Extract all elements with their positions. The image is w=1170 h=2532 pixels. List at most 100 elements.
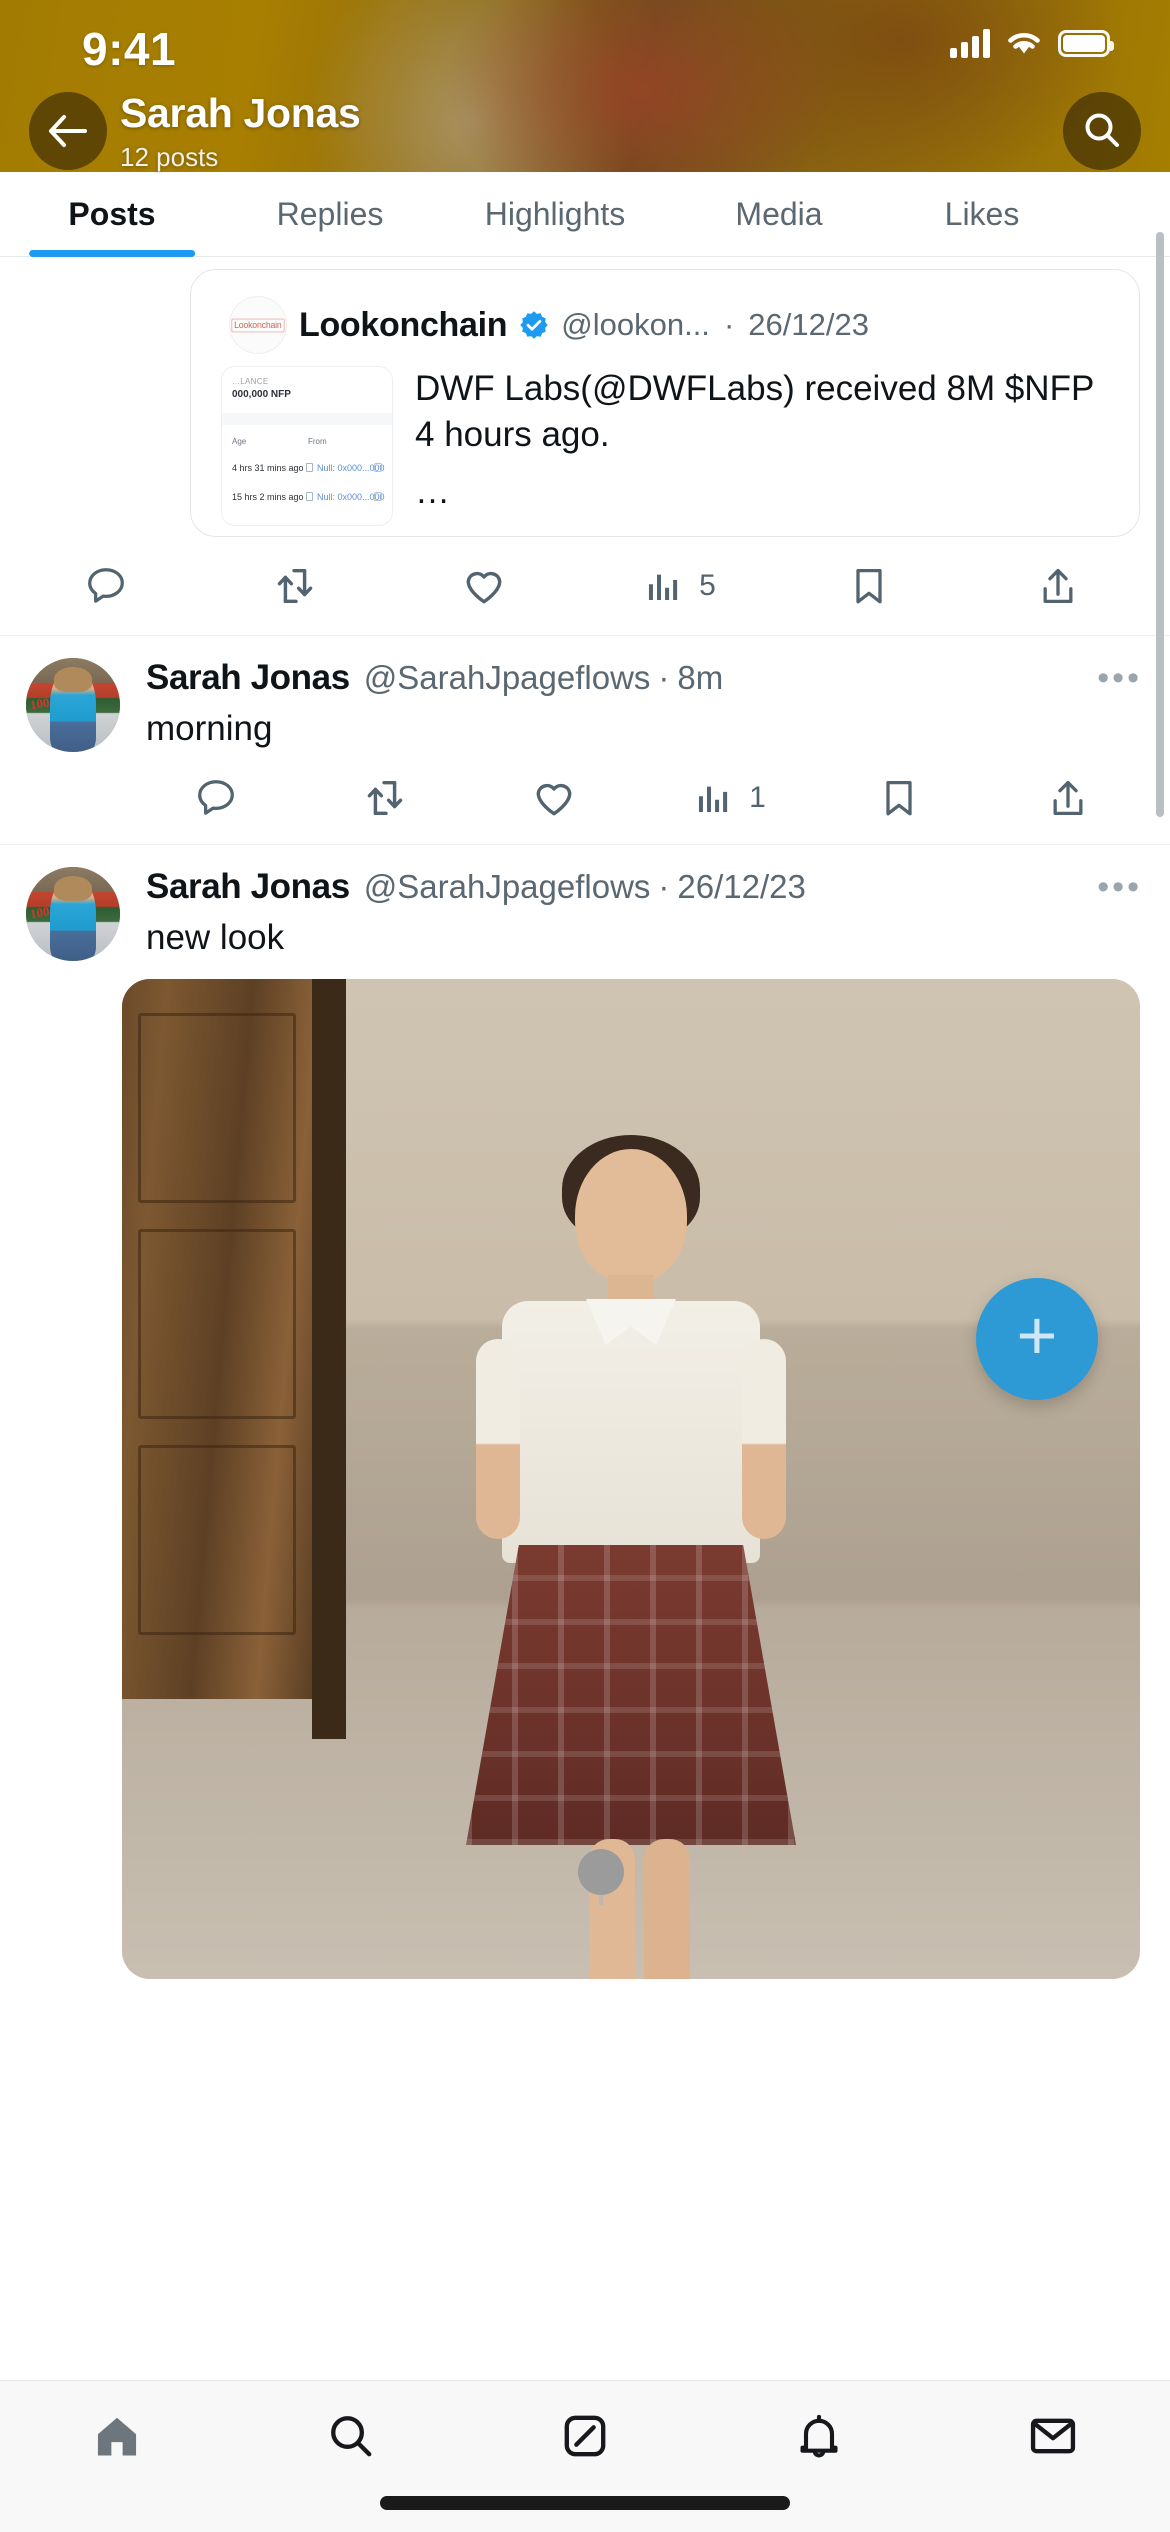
post-photo[interactable] [122,979,1140,1979]
messages-envelope-icon [1030,2418,1076,2454]
share-icon [1043,568,1072,604]
retweet-button[interactable] [307,775,476,821]
post-date: 26/12/23 [677,868,806,905]
post-body: Sarah Jonas @SarahJpageflows · 26/12/23 … [146,867,1170,961]
nav-grok[interactable] [468,2410,702,2462]
quoted-post-text-wrap: DWF Labs(@DWFLabs) received 8M $NFP 4 ho… [415,366,1139,526]
bottom-nav-items [0,2381,1170,2491]
bookmark-button[interactable] [774,564,963,608]
post-text: new look [146,918,285,957]
post-text: morning [146,709,273,748]
file-icon [306,492,313,501]
share-button[interactable] [983,776,1152,820]
file-icon [306,463,313,472]
like-button[interactable] [396,563,585,609]
views-count: 5 [699,569,716,602]
share-button[interactable] [963,564,1152,608]
status-bar: 9:41 [0,0,1170,92]
post-item-text[interactable]: 100 Sarah Jonas @SarahJpageflows · 8m ••… [0,636,1170,845]
post-item-quote[interactable]: Lookonchain Lookonchain @lookon... · 26/… [0,269,1170,636]
share-icon [1053,780,1082,816]
quoted-post-text: DWF Labs(@DWFLabs) received 8M $NFP 4 ho… [415,369,1094,455]
nav-home[interactable] [0,2410,234,2462]
tab-posts[interactable]: Posts [0,172,224,257]
quoted-post-card[interactable]: Lookonchain Lookonchain @lookon... · 26/… [190,269,1140,537]
page-title: Sarah Jonas [120,90,361,136]
more-options-icon[interactable]: ••• [1097,660,1148,695]
thumb-row-age: 4 hrs 31 mins ago [232,463,304,473]
photo-right-jamb [1070,979,1140,1879]
post-author-name: Sarah Jonas [146,867,350,906]
post-author-handle: @SarahJpageflows [363,868,651,905]
tab-highlights-label: Highlights [484,196,626,232]
tab-media[interactable]: Media [674,172,884,257]
profile-tabs: Posts Replies Highlights Media Likes [0,172,1170,257]
wifi-icon [1008,32,1040,53]
bookmark-button[interactable] [814,776,983,820]
thumb-row-age: 15 hrs 2 mins ago [232,492,304,502]
views-button[interactable]: 5 [585,565,774,607]
show-more-ellipsis[interactable]: … [415,472,1139,512]
status-time: 9:41 [82,23,177,75]
post-count: 12 posts [120,142,219,172]
figure-shirt [502,1301,760,1563]
separator-dot: · [723,307,735,342]
post-author-name: Sarah Jonas [146,658,350,697]
avatar-label: Lookonchain [231,318,285,332]
separator-dot: · [658,868,670,905]
views-count: 1 [749,781,766,814]
photo-door [122,979,312,1699]
post-date: 8m [677,659,724,696]
retweet-button[interactable] [207,563,396,609]
post-header-line: Sarah Jonas @SarahJpageflows · 8m ••• [146,658,1148,698]
tab-replies-label: Replies [276,196,384,232]
more-options-icon[interactable]: ••• [1097,869,1148,904]
tab-posts-label: Posts [68,196,156,232]
photo-figure [421,1135,841,1979]
tab-highlights[interactable]: Highlights [436,172,674,257]
nav-search[interactable] [234,2410,468,2462]
thumb-divider [222,413,392,425]
tab-likes-label: Likes [944,196,1020,232]
tab-likes[interactable]: Likes [884,172,1080,257]
avatar-text-overlay: 100 [28,903,51,921]
reply-icon [197,780,234,815]
thumb-balance-value: 000,000 NFP [232,389,291,400]
avatar[interactable]: 100 [26,867,120,961]
like-button[interactable] [476,775,645,821]
avatar-hair [54,667,92,692]
notifications-bell-icon [800,2414,838,2458]
post-action-bar: 1 [120,752,1170,844]
views-button[interactable]: 1 [645,777,814,819]
back-button[interactable] [29,92,107,170]
separator-dot: · [658,659,670,696]
retweet-icon [367,780,402,816]
search-button[interactable] [1063,92,1141,170]
active-tab-indicator [29,250,195,257]
nav-messages[interactable] [936,2410,1170,2462]
drag-handle[interactable] [578,1849,624,1895]
back-arrow-icon [49,115,87,147]
vertical-scrollbar[interactable] [1156,232,1164,817]
post-item-photo[interactable]: 100 Sarah Jonas @SarahJpageflows · 26/12… [0,845,1170,1979]
compose-post-button[interactable]: + [976,1278,1098,1400]
profile-nav-row: Sarah Jonas 12 posts [0,90,1170,172]
quoted-post-header: Lookonchain Lookonchain @lookon... · 26/… [191,270,1139,354]
avatar[interactable]: Lookonchain [229,296,287,354]
verified-badge-icon [520,311,549,339]
grok-icon [564,2415,606,2457]
reply-button[interactable] [18,563,207,609]
battery-icon [1058,29,1114,57]
quoted-post-thumbnail[interactable]: …LANCE 000,000 NFP Age From 4 hrs 31 min… [221,366,393,526]
reply-button[interactable] [138,775,307,821]
thumb-col-age: Age [232,437,247,446]
thumb-balance-label: …LANCE [232,377,269,386]
photo-door-jamb [312,979,346,1739]
views-bar-chart-icon [699,786,728,812]
compose-fab-wrap: + [976,1278,1098,1400]
plus-icon: + [1016,1296,1058,1374]
avatar[interactable]: 100 [26,658,120,752]
nav-notifications[interactable] [702,2410,936,2462]
figure-arm-right [742,1339,787,1539]
tab-replies[interactable]: Replies [224,172,436,257]
